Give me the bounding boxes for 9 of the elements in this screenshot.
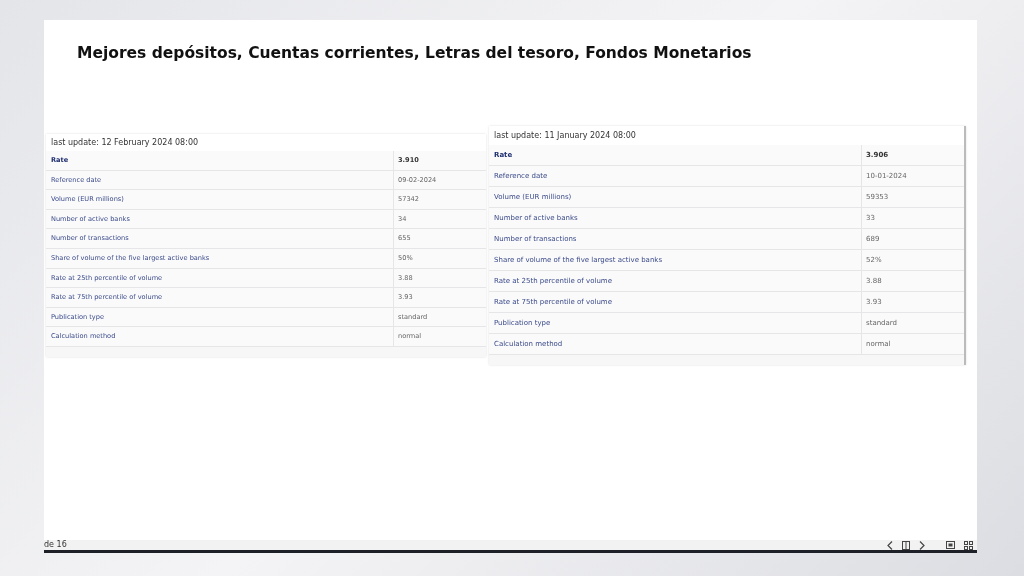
- table-caption: last update: 12 February 2024 08:00: [46, 134, 486, 151]
- chevron-right-icon[interactable]: [919, 540, 925, 550]
- table-caption: last update: 11 January 2024 08:00: [489, 126, 964, 145]
- chevron-left-icon[interactable]: [887, 540, 893, 550]
- page-count: de 16: [44, 540, 67, 550]
- slide-view-icon[interactable]: [946, 541, 955, 549]
- book-icon[interactable]: [902, 540, 910, 550]
- grid-icon[interactable]: [964, 540, 973, 550]
- slide-title: Mejores depósitos, Cuentas corrientes, Letras del tesoro, Fondos Monetarios: [76, 43, 753, 64]
